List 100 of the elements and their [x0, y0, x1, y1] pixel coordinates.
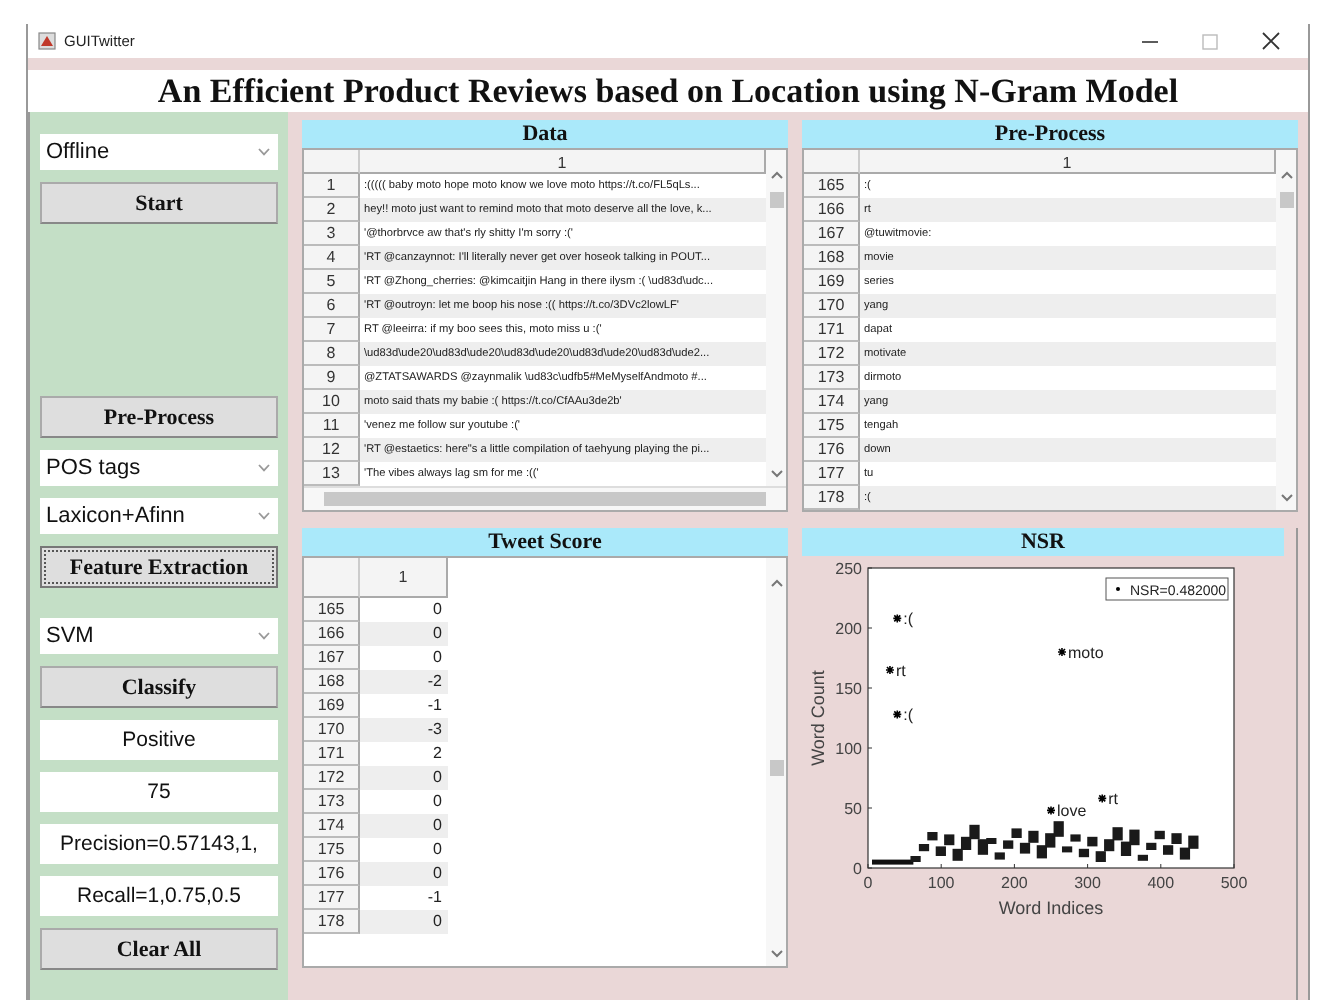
row-number: 178	[804, 486, 860, 510]
table-cell-text: 2	[431, 742, 444, 766]
vertical-scrollbar[interactable]	[766, 150, 786, 486]
action-button[interactable]: Clear All	[40, 928, 278, 970]
table-cell-text: 0	[431, 598, 444, 622]
output-field: Recall=1,0.75,0.5	[40, 876, 278, 916]
x-axis-label: Word Indices	[998, 898, 1104, 918]
scroll-thumb[interactable]	[769, 760, 783, 776]
action-button[interactable]: Feature Extraction	[40, 546, 278, 588]
panel-title: Data	[302, 120, 788, 148]
dropdown[interactable]: Laxicon+Afinn	[40, 498, 278, 534]
row-number: 169	[304, 694, 360, 718]
close-icon[interactable]	[1262, 32, 1280, 50]
scroll-up-icon[interactable]	[769, 170, 783, 180]
row-number: 165	[304, 598, 360, 622]
row-number: 172	[304, 766, 360, 790]
app-icon	[38, 32, 56, 50]
dropdown[interactable]: POS tags	[40, 450, 278, 486]
vertical-scrollbar[interactable]	[766, 558, 786, 966]
row-number: 11	[304, 414, 360, 438]
row-number: 170	[804, 294, 860, 318]
row-number: 177	[304, 886, 360, 910]
data-point	[892, 613, 903, 624]
scroll-thumb[interactable]	[1279, 192, 1293, 208]
row-number: 172	[804, 342, 860, 366]
point-label: :(	[903, 706, 914, 725]
point-label: moto	[1068, 644, 1104, 662]
row-number: 173	[304, 790, 360, 814]
y-tick-label: 250	[835, 560, 864, 578]
row-number: 170	[304, 718, 360, 742]
row-number: 168	[304, 670, 360, 694]
data-point	[1097, 793, 1108, 804]
row-number: 12	[304, 438, 360, 462]
scroll-down-icon[interactable]	[1279, 492, 1293, 502]
action-button[interactable]: Pre-Process	[40, 396, 278, 438]
scroll-thumb[interactable]	[769, 192, 783, 208]
point-label: love	[1057, 802, 1087, 821]
row-number: 171	[304, 742, 360, 766]
y-axis-label: Word Count	[808, 670, 828, 766]
x-tick-label: 500	[1220, 874, 1249, 892]
point-label: :(	[903, 610, 914, 629]
row-number: 1	[304, 174, 360, 198]
row-number: 2	[304, 198, 360, 222]
row-number: 166	[304, 622, 360, 646]
scroll-thumb[interactable]	[324, 492, 766, 506]
table-cell-text: -1	[425, 694, 444, 718]
point-label: rt	[1108, 790, 1118, 809]
table-cell-text: -1	[425, 886, 444, 910]
table-cell: -3	[360, 718, 448, 742]
scroll-down-icon[interactable]	[769, 468, 783, 478]
row-number: 174	[804, 390, 860, 414]
column-header[interactable]: 1	[360, 150, 766, 174]
row-number: 165	[804, 174, 860, 198]
row-number: 174	[304, 814, 360, 838]
vertical-scrollbar[interactable]	[1276, 150, 1296, 510]
scroll-up-icon[interactable]	[1279, 170, 1293, 180]
maximize-icon[interactable]	[1202, 33, 1218, 49]
row-number: 171	[804, 318, 860, 342]
panel-title: Tweet Score	[302, 528, 788, 556]
table-cell-text: 0	[431, 790, 444, 814]
x-tick-label: 100	[927, 874, 956, 892]
row-number: 9	[304, 366, 360, 390]
row-number: 167	[804, 222, 860, 246]
row-number: 13	[304, 462, 360, 486]
dropdown[interactable]: SVM	[40, 618, 278, 654]
caret-icon	[258, 512, 270, 520]
row-number: 8	[304, 342, 360, 366]
data-point	[885, 665, 895, 675]
action-button[interactable]: Start	[40, 182, 278, 224]
table-cell: 0	[360, 910, 448, 934]
column-header[interactable]: 1	[860, 150, 1276, 174]
output-field: 75	[40, 772, 278, 812]
x-tick-label: 300	[1074, 874, 1103, 892]
y-tick-label: 50	[844, 800, 864, 818]
scroll-up-icon[interactable]	[769, 578, 783, 588]
caret-icon	[258, 632, 270, 640]
table-cell: -2	[360, 670, 448, 694]
caret-icon	[258, 464, 270, 472]
y-tick-label: 100	[835, 740, 864, 758]
y-tick-label: 200	[835, 620, 864, 638]
row-number: 175	[804, 414, 860, 438]
row-number: 3	[304, 222, 360, 246]
horizontal-scrollbar[interactable]	[304, 486, 786, 510]
table-cell: 0	[360, 862, 448, 886]
row-number: 175	[304, 838, 360, 862]
row-number: 176	[804, 438, 860, 462]
y-tick-label: 0	[853, 860, 864, 878]
row-number: 176	[304, 862, 360, 886]
row-number: 5	[304, 270, 360, 294]
dropdown[interactable]: Offline	[40, 134, 278, 170]
row-number: 169	[804, 270, 860, 294]
row-number: 6	[304, 294, 360, 318]
row-number: 10	[304, 390, 360, 414]
scroll-down-icon[interactable]	[769, 948, 783, 958]
column-header[interactable]: 1	[360, 558, 448, 598]
action-button[interactable]: Classify	[40, 666, 278, 708]
table-cell-text: 0	[431, 838, 444, 862]
point-label: rt	[895, 662, 906, 680]
panel-title: NSR	[802, 528, 1284, 556]
table-cell: 0	[360, 766, 448, 790]
